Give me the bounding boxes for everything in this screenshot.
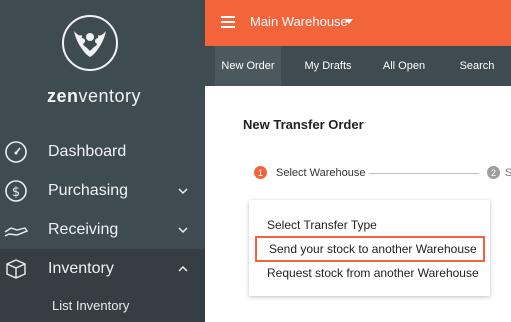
chevron-down-icon[interactable] xyxy=(176,184,190,198)
top-bar: Main Warehouse xyxy=(205,0,511,46)
dollar-circle-icon: $ xyxy=(2,177,30,205)
chevron-up-icon[interactable] xyxy=(176,262,190,276)
tab-new-order[interactable]: New Order xyxy=(215,46,281,86)
step-number-2: 2 xyxy=(487,166,500,179)
step-connector xyxy=(369,173,479,174)
page-title: New Transfer Order xyxy=(243,117,364,132)
sidebar-item-receiving[interactable]: Receiving xyxy=(0,210,205,249)
sidebar: zenventory Dashboard $ Purchasing Receiv… xyxy=(0,0,205,322)
svg-text:$: $ xyxy=(12,185,20,200)
zenventory-logo-icon xyxy=(62,15,118,71)
tab-bar: New Order My Drafts All Open Search xyxy=(205,46,511,86)
sidebar-item-purchasing[interactable]: $ Purchasing xyxy=(0,171,205,210)
sidebar-item-label: Dashboard xyxy=(48,142,127,160)
transfer-type-menu: Select Transfer Type Send your stock to … xyxy=(249,200,490,296)
tab-search[interactable]: Search xyxy=(449,46,505,86)
sidebar-item-inventory[interactable]: Inventory xyxy=(0,249,205,288)
dashboard-gauge-icon xyxy=(2,138,30,166)
step-number-1: 1 xyxy=(254,166,267,179)
hand-receive-icon xyxy=(2,216,30,244)
chevron-down-icon[interactable] xyxy=(176,223,190,237)
main-content: New Transfer Order 1 Select Warehouse 2 … xyxy=(205,86,511,322)
menu-header-select-transfer-type: Select Transfer Type xyxy=(267,218,377,232)
hamburger-menu-icon[interactable] xyxy=(221,16,235,28)
app-root: zenventory Dashboard $ Purchasing Receiv… xyxy=(0,0,511,322)
step-label-select-warehouse: Select Warehouse xyxy=(276,167,366,179)
sidebar-subitem-label: List Inventory xyxy=(52,298,130,313)
warehouse-selector[interactable]: Main Warehouse xyxy=(250,14,348,29)
sidebar-item-dashboard[interactable]: Dashboard xyxy=(0,132,205,171)
menu-item-send-stock[interactable]: Send your stock to another Warehouse xyxy=(255,236,485,262)
step-label-2: S xyxy=(505,167,511,179)
sidebar-item-label: Receiving xyxy=(48,220,119,238)
sidebar-subitem-list-inventory[interactable]: List Inventory xyxy=(0,288,205,322)
logo-text: zenventory xyxy=(46,86,142,106)
caret-down-icon[interactable] xyxy=(345,19,353,24)
sidebar-nav: Dashboard $ Purchasing Receiving Invento… xyxy=(0,132,205,322)
logo[interactable]: zenventory xyxy=(0,0,205,130)
sidebar-item-label: Purchasing xyxy=(48,181,129,199)
tab-my-drafts[interactable]: My Drafts xyxy=(293,46,363,86)
box-icon xyxy=(2,255,30,283)
tab-all-open[interactable]: All Open xyxy=(373,46,435,86)
sidebar-item-label: Inventory xyxy=(48,259,114,277)
menu-item-request-stock[interactable]: Request stock from another Warehouse xyxy=(267,266,479,280)
